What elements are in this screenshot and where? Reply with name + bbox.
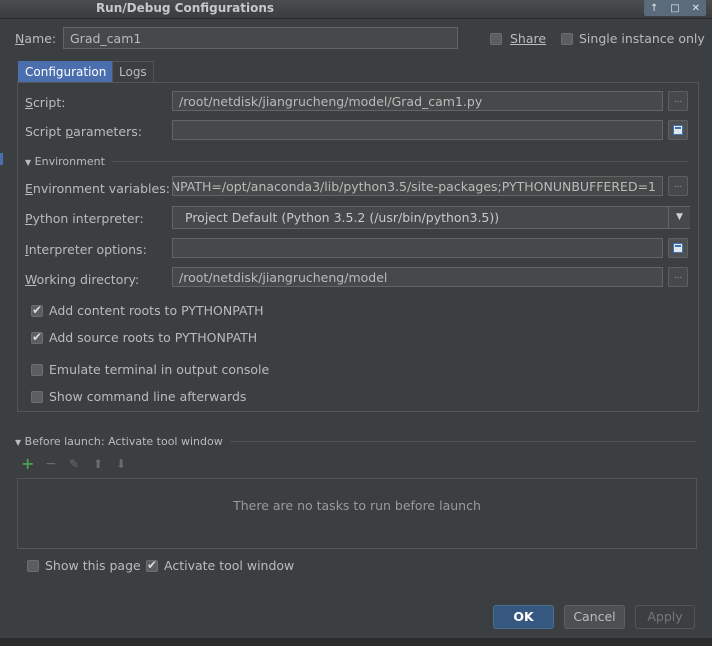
tab-logs[interactable]: Logs — [112, 61, 154, 82]
add-icon[interactable]: + — [21, 456, 34, 472]
before-launch-empty-text: There are no tasks to run before launch — [233, 498, 481, 513]
share-label: Share — [510, 31, 547, 46]
show-command-line-label: Show command line afterwards — [49, 389, 247, 404]
expand-icon — [673, 125, 683, 135]
script-parameters-expand-button[interactable] — [668, 120, 688, 140]
before-launch-label: Before launch: Activate tool window — [24, 435, 223, 448]
left-edge-marker — [0, 153, 3, 165]
python-interpreter-select[interactable]: Project Default (Python 3.5.2 (/usr/bin/… — [172, 206, 690, 229]
add-source-roots-label: Add source roots to PYTHONPATH — [49, 330, 258, 345]
working-directory-label: Working directory: — [25, 272, 140, 287]
script-label: Script: — [25, 95, 66, 110]
python-interpreter-label: Python interpreter: — [25, 211, 144, 226]
python-interpreter-value: Project Default (Python 3.5.2 (/usr/bin/… — [185, 210, 500, 225]
bottom-edge — [0, 638, 712, 646]
close-icon[interactable]: ✕ — [692, 3, 700, 14]
emulate-terminal-checkbox[interactable] — [31, 364, 43, 376]
window-title: Run/Debug Configurations — [95, 1, 275, 15]
add-content-roots-label: Add content roots to PYTHONPATH — [49, 303, 264, 318]
expand-icon — [673, 243, 683, 253]
collapse-triangle-icon: ▼ — [25, 158, 32, 167]
edit-pencil-icon[interactable]: ✎ — [69, 457, 79, 471]
show-this-page-label: Show this page — [45, 558, 141, 573]
name-field[interactable]: Grad_cam1 — [63, 27, 458, 49]
single-instance-checkbox[interactable] — [561, 33, 573, 45]
add-content-roots-checkbox[interactable] — [31, 303, 43, 317]
chevron-down-icon[interactable]: ▼ — [668, 207, 690, 228]
collapse-triangle-icon: ▼ — [15, 438, 22, 447]
working-directory-browse-button[interactable]: ... — [668, 267, 688, 287]
script-parameters-label: Script parameters: — [25, 124, 142, 139]
maximize-up-icon[interactable]: ↑ — [650, 3, 658, 14]
before-launch-task-list[interactable] — [17, 478, 697, 549]
show-this-page-checkbox[interactable] — [27, 560, 39, 572]
before-launch-separator — [230, 441, 696, 442]
window-controls: ↑ □ ✕ — [644, 0, 706, 16]
remove-icon[interactable]: − — [45, 457, 57, 471]
activate-tool-window-checkbox[interactable] — [146, 558, 158, 572]
script-parameters-field[interactable] — [172, 120, 663, 140]
script-field[interactable]: /root/netdisk/jiangrucheng/model/Grad_ca… — [172, 91, 663, 111]
interpreter-options-field[interactable] — [172, 238, 663, 258]
single-instance-label: Single instance only — [579, 31, 705, 46]
cancel-button[interactable]: Cancel — [564, 605, 625, 629]
environment-section[interactable]: ▼ Environment — [25, 155, 105, 168]
tab-configuration[interactable]: Configuration — [18, 61, 114, 82]
script-browse-button[interactable]: ... — [668, 91, 688, 111]
environment-separator — [112, 161, 688, 162]
move-down-icon[interactable]: ⬇ — [116, 457, 126, 471]
restore-icon[interactable]: □ — [670, 3, 679, 14]
name-label: Name: — [15, 31, 57, 46]
environment-variables-browse-button[interactable]: ... — [668, 176, 688, 196]
environment-variables-field[interactable]: THONPATH=/opt/anaconda3/lib/python3.5/si… — [172, 176, 663, 196]
environment-variables-label: Environment variables: — [25, 181, 170, 196]
environment-section-label: Environment — [34, 155, 105, 168]
interpreter-options-expand-button[interactable] — [668, 238, 688, 258]
add-source-roots-checkbox[interactable] — [31, 330, 43, 344]
interpreter-options-label: Interpreter options: — [25, 242, 147, 257]
apply-button[interactable]: Apply — [635, 605, 695, 629]
show-command-line-checkbox[interactable] — [31, 391, 43, 403]
environment-variables-value: THONPATH=/opt/anaconda3/lib/python3.5/si… — [172, 179, 656, 194]
activate-tool-window-label: Activate tool window — [164, 558, 295, 573]
before-launch-section[interactable]: ▼ Before launch: Activate tool window — [15, 435, 223, 448]
move-up-icon[interactable]: ⬆ — [93, 457, 103, 471]
working-directory-field[interactable]: /root/netdisk/jiangrucheng/model — [172, 267, 663, 287]
emulate-terminal-label: Emulate terminal in output console — [49, 362, 270, 377]
share-checkbox[interactable] — [490, 33, 502, 45]
ok-button[interactable]: OK — [493, 605, 554, 629]
